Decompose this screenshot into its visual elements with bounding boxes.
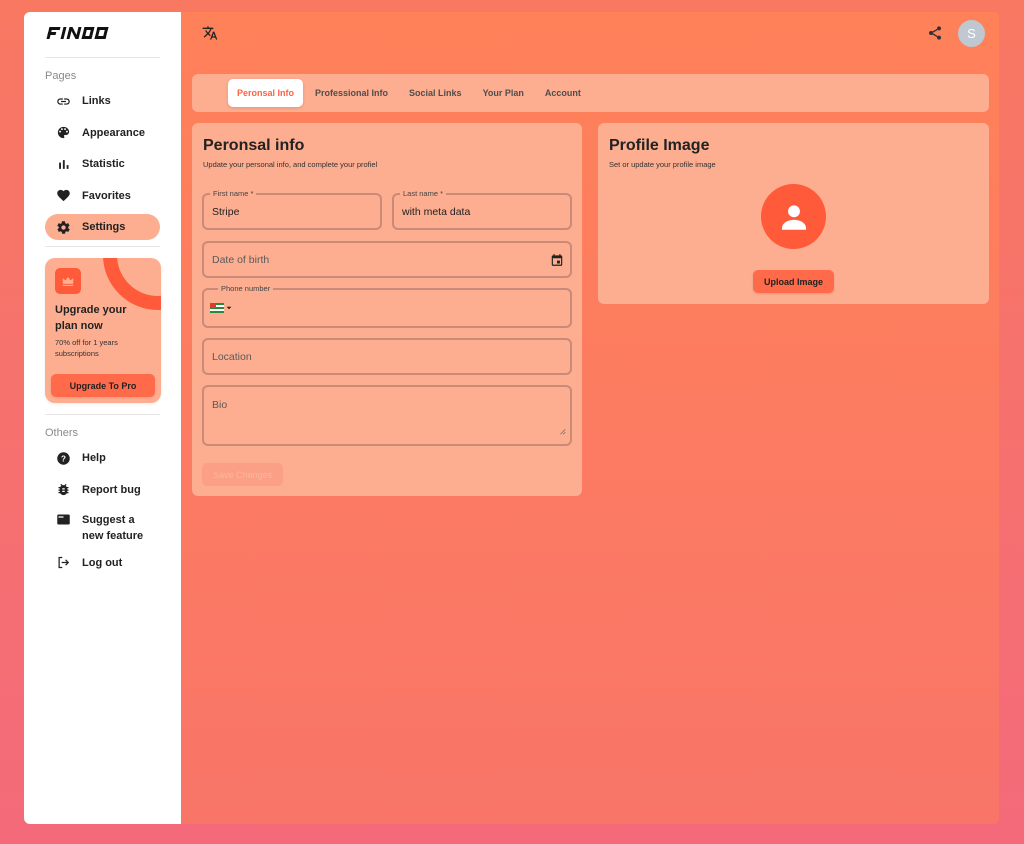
first-name-value: Stripe [212,205,240,218]
last-name-value: with meta data [402,205,471,218]
share-icon[interactable] [927,25,943,46]
save-changes-button[interactable]: Save Changes [202,463,283,486]
user-icon [781,204,806,230]
others-section-title: Others [45,427,79,439]
date-of-birth-field[interactable]: Date of birth [202,241,572,278]
findo-logo-icon [46,27,109,39]
upgrade-card: Upgrade your plan now 70% off for 1 year… [45,258,161,403]
sidebar-item-logout[interactable]: Log out [45,550,160,576]
phone-number-label: Phone number [218,284,274,294]
date-of-birth-placeholder: Date of birth [212,253,270,266]
bar-chart-icon [56,157,71,172]
svg-text:?: ? [61,454,66,463]
location-placeholder: Location [212,350,252,363]
palette-icon [56,125,71,140]
bug-icon [56,482,71,497]
heart-icon [56,188,71,203]
tab-social-links[interactable]: Social Links [400,79,471,107]
settings-tabs: Peronsal Info Professional Info Social L… [192,74,989,112]
sidebar-item-label: Settings [82,221,126,233]
upgrade-title: Upgrade your plan now [55,304,127,332]
sidebar-item-label: Log out [82,556,123,569]
logout-icon [56,555,71,570]
sidebar-divider [45,414,160,415]
bio-placeholder: Bio [212,399,228,411]
profile-image-title: Profile Image [609,137,710,154]
sidebar-divider [45,57,160,58]
sidebar-item-label: Report bug [82,483,141,496]
first-name-field[interactable]: First name * Stripe [202,189,382,230]
personal-info-subtitle: Update your personal info, and complete … [203,160,378,169]
bio-field[interactable]: Bio [202,385,572,446]
sidebar-item-label: Suggest a new feature [82,514,144,542]
sidebar-item-label: Links [82,95,111,107]
tab-account[interactable]: Account [536,79,590,107]
resize-handle-icon[interactable] [559,422,566,440]
chevron-down-icon [226,306,232,310]
sidebar-item-report-bug[interactable]: Report bug [45,477,160,503]
sidebar-item-favorites[interactable]: Favorites [45,183,160,209]
calendar-icon[interactable] [550,253,564,272]
upgrade-to-pro-button[interactable]: Upgrade To Pro [51,374,155,397]
sidebar-item-label: Favorites [82,189,131,202]
profile-image-subtitle: Set or update your profile image [609,160,716,169]
link-icon [56,94,71,109]
last-name-field[interactable]: Last name * with meta data [392,189,572,230]
sidebar-item-label: Statistic [82,158,125,170]
personal-info-panel: Peronsal info Update your personal info,… [192,123,582,496]
sidebar-item-suggest-feature[interactable]: Suggest a new feature [45,508,160,544]
crown-icon [55,268,81,294]
sidebar-item-links[interactable]: Links [45,88,160,114]
first-name-label: First name * [210,189,257,199]
sidebar-item-label: Appearance [82,126,145,139]
personal-info-title: Peronsal info [203,137,305,154]
translate-icon[interactable] [202,25,218,46]
sidebar-item-statistic[interactable]: Statistic [45,151,160,177]
help-icon: ? [56,451,71,466]
logo[interactable] [45,23,160,43]
upgrade-subtitle: 70% off for 1 years subscriptions [55,338,118,358]
feature-icon [56,512,71,527]
gear-icon [56,220,71,235]
profile-avatar [761,184,826,249]
profile-image-panel: Profile Image Set or update your profile… [598,123,989,304]
pages-section-title: Pages [45,70,77,82]
sidebar-item-settings[interactable]: Settings [45,214,160,240]
phone-number-field[interactable]: Phone number [202,284,572,328]
flag-icon [210,303,224,313]
avatar[interactable]: S [958,20,985,47]
app-frame: Pages Links Appearance Statistic Favorit… [24,12,999,824]
country-flag-select[interactable] [210,303,232,313]
tab-personal-info[interactable]: Peronsal Info [228,79,304,107]
upload-image-button[interactable]: Upload Image [753,270,834,293]
sidebar-item-appearance[interactable]: Appearance [45,120,160,146]
location-field[interactable]: Location [202,338,572,375]
last-name-label: Last name * [400,189,447,199]
sidebar-item-help[interactable]: ? Help [45,445,160,471]
sidebar-divider [45,246,160,247]
top-bar: S [181,12,999,60]
tab-professional-info[interactable]: Professional Info [306,79,397,107]
sidebar-item-label: Help [82,452,106,464]
sidebar: Pages Links Appearance Statistic Favorit… [24,12,181,824]
tab-your-plan[interactable]: Your Plan [474,79,533,107]
